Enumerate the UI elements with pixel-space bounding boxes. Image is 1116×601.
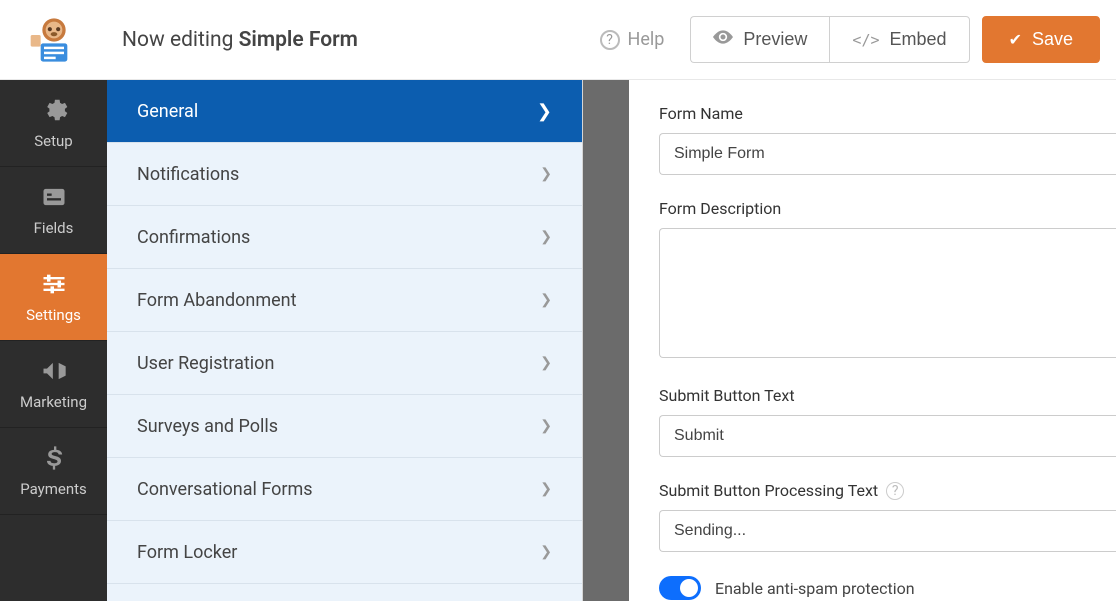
help-icon: ?: [600, 30, 620, 50]
submit-processing-label: Submit Button Processing Text ?: [659, 481, 1116, 500]
form-desc-label: Form Description: [659, 199, 1116, 218]
settings-row-form-locker[interactable]: Form Locker ❯: [107, 521, 582, 584]
settings-row-label: Surveys and Polls: [137, 416, 278, 437]
settings-row-form-abandonment[interactable]: Form Abandonment ❯: [107, 269, 582, 332]
chevron-right-icon: ❯: [540, 355, 552, 371]
chevron-right-icon: ❯: [537, 101, 552, 122]
submit-processing-input[interactable]: [659, 510, 1116, 552]
preview-label: Preview: [743, 29, 807, 50]
sidebar-item-label: Payments: [20, 480, 87, 498]
top-bar: Now editing Simple Form ? Help Preview <…: [0, 0, 1116, 80]
sidebar-item-label: Settings: [26, 306, 81, 324]
chevron-right-icon: ❯: [540, 481, 552, 497]
left-sidebar: Setup Fields Settings Marketing Payments: [0, 80, 107, 601]
chevron-right-icon: ❯: [540, 544, 552, 560]
settings-row-general[interactable]: General ❯: [107, 80, 582, 143]
dollar-icon: [40, 444, 68, 472]
help-icon[interactable]: ?: [886, 482, 904, 500]
form-icon: [40, 183, 68, 211]
title-prefix: Now editing: [122, 28, 239, 52]
settings-row-confirmations[interactable]: Confirmations ❯: [107, 206, 582, 269]
chevron-right-icon: ❯: [540, 292, 552, 308]
title-form-name: Simple Form: [239, 28, 358, 52]
settings-panel: General ❯ Notifications ❯ Confirmations …: [107, 80, 583, 601]
antispam-toggle-row: Enable anti-spam protection: [659, 576, 1116, 600]
preview-embed-group: Preview </> Embed: [690, 16, 969, 63]
sidebar-item-marketing[interactable]: Marketing: [0, 341, 107, 428]
sliders-icon: [40, 270, 68, 298]
wpforms-logo-icon: [29, 15, 79, 65]
form-settings-panel: Form Name Form Description Submit Button…: [629, 80, 1116, 601]
help-label: Help: [628, 29, 665, 50]
sidebar-item-fields[interactable]: Fields: [0, 167, 107, 254]
chevron-right-icon: ❯: [540, 166, 552, 182]
settings-row-label: General: [137, 101, 198, 122]
sidebar-item-settings[interactable]: Settings: [0, 254, 107, 341]
sidebar-item-setup[interactable]: Setup: [0, 80, 107, 167]
sidebar-item-label: Fields: [34, 219, 74, 237]
app-logo: [16, 15, 92, 65]
settings-row-label: Form Locker: [137, 542, 237, 563]
antispam-label: Enable anti-spam protection: [715, 579, 915, 598]
form-name-input[interactable]: [659, 133, 1116, 175]
settings-row-conversational-forms[interactable]: Conversational Forms ❯: [107, 458, 582, 521]
help-link[interactable]: ? Help: [600, 29, 665, 50]
check-icon: ✔: [1009, 30, 1022, 50]
form-name-label: Form Name: [659, 104, 1116, 123]
main-area: Setup Fields Settings Marketing Payments…: [0, 80, 1116, 601]
preview-gap: [583, 80, 629, 601]
settings-row-label: Conversational Forms: [137, 479, 313, 500]
embed-button[interactable]: </> Embed: [829, 16, 969, 63]
settings-row-label: Notifications: [137, 164, 239, 185]
settings-row-user-registration[interactable]: User Registration ❯: [107, 332, 582, 395]
eye-icon: [713, 30, 733, 49]
save-button[interactable]: ✔ Save: [982, 16, 1100, 63]
save-label: Save: [1032, 29, 1073, 50]
embed-label: Embed: [890, 29, 947, 50]
preview-button[interactable]: Preview: [690, 16, 829, 63]
editing-title: Now editing Simple Form: [92, 28, 600, 52]
settings-row-surveys-polls[interactable]: Surveys and Polls ❯: [107, 395, 582, 458]
chevron-right-icon: ❯: [540, 418, 552, 434]
field-form-description: Form Description: [659, 199, 1116, 362]
field-form-name: Form Name: [659, 104, 1116, 175]
form-desc-input[interactable]: [659, 228, 1116, 358]
settings-row-label: Form Abandonment: [137, 290, 296, 311]
antispam-toggle[interactable]: [659, 576, 701, 600]
bullhorn-icon: [40, 357, 68, 385]
chevron-right-icon: ❯: [540, 229, 552, 245]
settings-row-label: Confirmations: [137, 227, 250, 248]
settings-row-notifications[interactable]: Notifications ❯: [107, 143, 582, 206]
gear-icon: [40, 96, 68, 124]
settings-row-label: User Registration: [137, 353, 274, 374]
field-submit-processing: Submit Button Processing Text ?: [659, 481, 1116, 552]
field-submit-text: Submit Button Text: [659, 386, 1116, 457]
submit-text-input[interactable]: [659, 415, 1116, 457]
code-icon: </>: [852, 31, 879, 49]
sidebar-item-payments[interactable]: Payments: [0, 428, 107, 515]
sidebar-item-label: Setup: [34, 132, 72, 150]
submit-text-label: Submit Button Text: [659, 386, 1116, 405]
sidebar-item-label: Marketing: [20, 393, 87, 411]
topbar-actions: ? Help Preview </> Embed ✔ Save: [600, 16, 1100, 63]
